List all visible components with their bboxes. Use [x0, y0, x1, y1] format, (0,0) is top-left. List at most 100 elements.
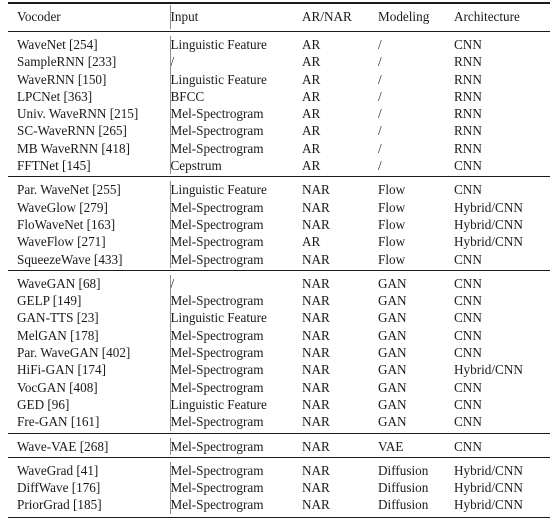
cell-text-input: Mel-Spectrogram — [170, 438, 264, 454]
cell-architecture: Architecture — [454, 5, 550, 29]
cell-text-input: Mel-Spectrogram — [170, 480, 264, 496]
cell-text-architecture: Hybrid/CNN — [454, 216, 523, 232]
cell-modeling: / — [378, 53, 454, 70]
cell-input: Cepstrum — [170, 157, 302, 174]
cell-vocoder: FFTNet [145] — [8, 157, 171, 175]
cell-text-vocoder: GELP [149] — [17, 293, 82, 309]
cell-text-architecture: RNN — [454, 140, 482, 156]
table-row: PriorGrad [185] Mel-Spectrogram NAR Diffusi… — [8, 496, 550, 514]
cell-text-vocoder: WaveGlow [279] — [17, 199, 108, 215]
cell-arnar: AR — [302, 122, 378, 139]
cell-text-architecture: CNN — [454, 414, 482, 430]
table-row: Par. WaveGAN [402] Mel-Spectrogram NAR GAN C… — [8, 344, 550, 362]
cell-architecture: CNN — [454, 292, 550, 309]
cell-arnar: AR — [302, 105, 378, 122]
cell-architecture: CNN — [454, 251, 550, 268]
cell-text-input: Mel-Spectrogram — [170, 362, 264, 378]
cell-text-architecture: CNN — [454, 182, 482, 198]
cell-text-vocoder: FloWaveNet [163] — [17, 216, 116, 232]
cell-architecture: Hybrid/CNN — [454, 361, 550, 378]
cell-text-arnar: AR — [302, 88, 321, 104]
table-row: FFTNet [145] Cepstrum AR / CNN — [8, 157, 550, 175]
cell-text-architecture: Hybrid/CNN — [454, 462, 523, 478]
table-row: LPCNet [363] BFCC AR / RNN — [8, 87, 550, 106]
cell-arnar: AR — [302, 36, 378, 53]
cell-text-architecture: CNN — [454, 275, 482, 291]
cell-architecture: RNN — [454, 122, 550, 139]
cell-text-input: / — [170, 275, 175, 291]
cell-arnar: NAR — [302, 462, 378, 479]
cell-vocoder: HiFi-GAN [174] — [8, 361, 171, 379]
cell-text-vocoder: Par. WaveNet [255] — [17, 182, 121, 198]
cell-text-input: Mel-Spectrogram — [170, 462, 264, 478]
cell-vocoder: VocGAN [408] — [8, 378, 171, 396]
cell-text-arnar: NAR — [302, 182, 330, 198]
cell-text-arnar: NAR — [302, 199, 330, 215]
table-row: HiFi-GAN [174] Mel-Spectrogram NAR GAN Hybri… — [8, 361, 550, 379]
cell-text-input: Mel-Spectrogram — [170, 379, 264, 395]
cell-text-input: Mel-Spectrogram — [170, 106, 264, 122]
cell-text-vocoder: Univ. WaveRNN [215] — [17, 106, 139, 122]
table-row: GED [96] Linguistic Feature NAR GAN CNN — [8, 395, 550, 414]
cell-modeling: VAE — [378, 438, 454, 455]
cell-vocoder: Univ. WaveRNN [215] — [8, 105, 171, 123]
cell-vocoder: MelGAN [178] — [8, 326, 171, 345]
cell-vocoder: MB WaveRNN [418] — [8, 139, 171, 158]
cell-modeling: Diffusion — [378, 479, 454, 496]
table-row: MelGAN [178] Mel-Spectrogram NAR GAN CNN — [8, 326, 550, 345]
cell-architecture: CNN — [454, 309, 550, 326]
cell-arnar: AR — [302, 88, 378, 105]
cell-text-input: Cepstrum — [170, 158, 222, 174]
cell-input: Mel-Spectrogram — [170, 462, 302, 479]
cell-vocoder: FloWaveNet [163] — [8, 215, 171, 234]
section-rule-vae — [8, 431, 550, 438]
cell-input: Mel-Spectrogram — [170, 122, 302, 139]
column-header-vocoder: Vocoder — [17, 9, 61, 24]
cell-input: Mel-Spectrogram — [170, 438, 302, 455]
cell-text-architecture: CNN — [454, 327, 482, 343]
cell-text-vocoder: WaveNet [254] — [17, 37, 98, 52]
cell-text-modeling: / — [378, 158, 382, 174]
cell-text-architecture: CNN — [454, 251, 482, 267]
cell-modeling: Flow — [378, 199, 454, 216]
cell-text-arnar: AR — [302, 140, 321, 156]
cell-arnar: AR — [302, 157, 378, 174]
cell-vocoder: WaveGAN [68] — [8, 274, 171, 293]
cell-text-input: Linguistic Feature — [170, 396, 267, 412]
cell-text-architecture: CNN — [454, 438, 482, 454]
cell-text-modeling: Diffusion — [378, 497, 429, 513]
cell-text-architecture: RNN — [454, 106, 482, 122]
cell-input: Mel-Spectrogram — [170, 233, 302, 250]
horizontal-rule — [8, 2, 550, 4]
cell-input: Mel-Spectrogram — [170, 379, 302, 396]
cell-text-arnar: AR — [302, 37, 321, 52]
cell-text-arnar: NAR — [302, 396, 330, 412]
cell-text-architecture: Hybrid/CNN — [454, 234, 523, 250]
table-row: VocGAN [408] Mel-Spectrogram NAR GAN CNN — [8, 378, 550, 396]
cell-text-vocoder: Par. WaveGAN [402] — [17, 345, 131, 361]
cell-modeling: Flow — [378, 251, 454, 268]
cell-architecture: RNN — [454, 53, 550, 70]
cell-text-vocoder: LPCNet [363] — [17, 88, 93, 104]
cell-text-arnar: AR — [302, 158, 321, 174]
cell-text-vocoder: WaveGrad [41] — [17, 462, 99, 478]
cell-text-arnar: NAR — [302, 362, 330, 378]
cell-text-vocoder: MelGAN [178] — [17, 327, 99, 343]
cell-text-architecture: Hybrid/CNN — [454, 480, 523, 496]
cell-arnar: NAR — [302, 479, 378, 496]
cell-text-architecture: CNN — [454, 396, 482, 412]
cell-text-arnar: AR — [302, 106, 321, 122]
cell-text-vocoder: Wave-VAE [268] — [17, 438, 109, 454]
cell-text-input: Mel-Spectrogram — [170, 140, 264, 156]
cell-text-vocoder: FFTNet [145] — [17, 158, 91, 174]
cell-text-architecture: CNN — [454, 379, 482, 395]
cell-text-architecture: RNN — [454, 71, 482, 87]
cell-arnar: AR — [302, 71, 378, 88]
cell-modeling: / — [378, 88, 454, 105]
cell-modeling: Diffusion — [378, 462, 454, 479]
cell-modeling: Modeling — [378, 5, 454, 29]
cell-text-architecture: CNN — [454, 345, 482, 361]
cell-arnar: NAR — [302, 292, 378, 309]
table-row: SqueezeWave [433] Mel-Spectrogram NAR Flow C… — [8, 250, 550, 268]
cell-text-modeling: / — [378, 140, 382, 156]
